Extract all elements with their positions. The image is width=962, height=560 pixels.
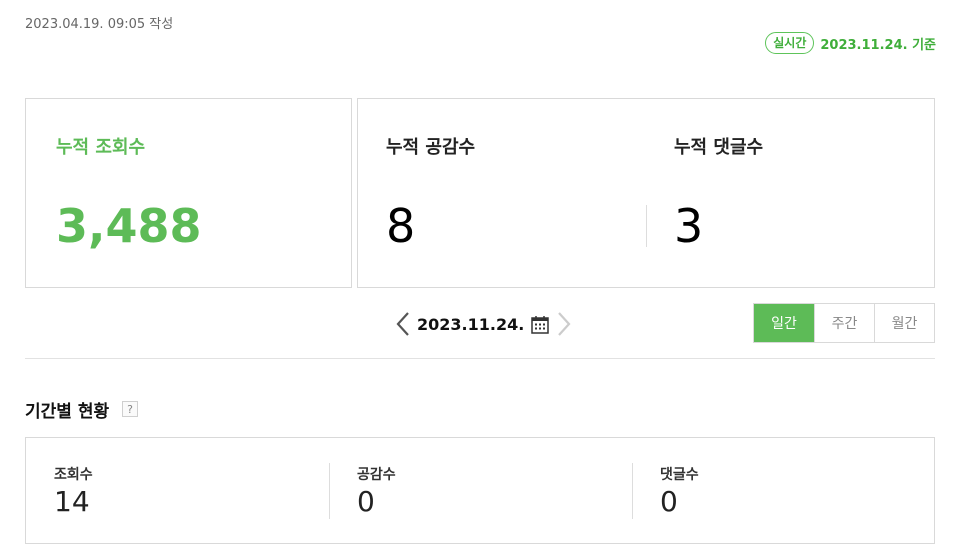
realtime-status: 실시간 2023.11.24. 기준	[765, 32, 936, 54]
written-date: 2023.04.19. 09:05 작성	[25, 17, 174, 32]
card-divider	[646, 205, 647, 247]
summary-comments: 댓글수 0	[632, 438, 934, 543]
cumulative-comments-value: 3	[674, 199, 704, 253]
period-summary: 조회수 14 공감수 0 댓글수 0	[25, 437, 935, 544]
summary-likes-label: 공감수	[357, 467, 396, 483]
summary-views: 조회수 14	[26, 438, 328, 543]
selected-date: 2023.11.24.	[417, 314, 525, 334]
cumulative-likes-value: 8	[386, 199, 416, 253]
cumulative-views-label: 누적 조회수	[56, 137, 146, 158]
tab-daily[interactable]: 일간	[754, 304, 814, 342]
summary-views-label: 조회수	[54, 467, 93, 483]
cumulative-likes-label: 누적 공감수	[386, 137, 476, 158]
summary-likes: 공감수 0	[329, 438, 631, 543]
summary-views-value: 14	[54, 485, 90, 518]
realtime-date: 2023.11.24. 기준	[820, 37, 936, 53]
section-divider	[25, 358, 935, 359]
cumulative-views-value: 3,488	[56, 199, 202, 253]
calendar-icon[interactable]	[530, 314, 550, 334]
period-tabs: 일간 주간 월간	[753, 303, 935, 343]
realtime-badge: 실시간	[765, 32, 815, 54]
summary-comments-value: 0	[660, 485, 678, 518]
cumulative-comments-label: 누적 댓글수	[674, 137, 764, 158]
summary-comments-label: 댓글수	[660, 467, 699, 483]
section-title: 기간별 현황	[25, 402, 110, 422]
help-icon[interactable]: ?	[122, 401, 138, 417]
chevron-right-icon[interactable]	[556, 310, 572, 338]
summary-likes-value: 0	[357, 485, 375, 518]
date-navigator: 2023.11.24.	[395, 308, 572, 340]
tab-weekly[interactable]: 주간	[814, 304, 874, 342]
chevron-left-icon[interactable]	[395, 310, 411, 338]
cumulative-views-card: 누적 조회수 3,488	[25, 98, 352, 288]
tab-monthly[interactable]: 월간	[874, 304, 934, 342]
cumulative-reactions-card: 누적 공감수 8 누적 댓글수 3	[357, 98, 935, 288]
